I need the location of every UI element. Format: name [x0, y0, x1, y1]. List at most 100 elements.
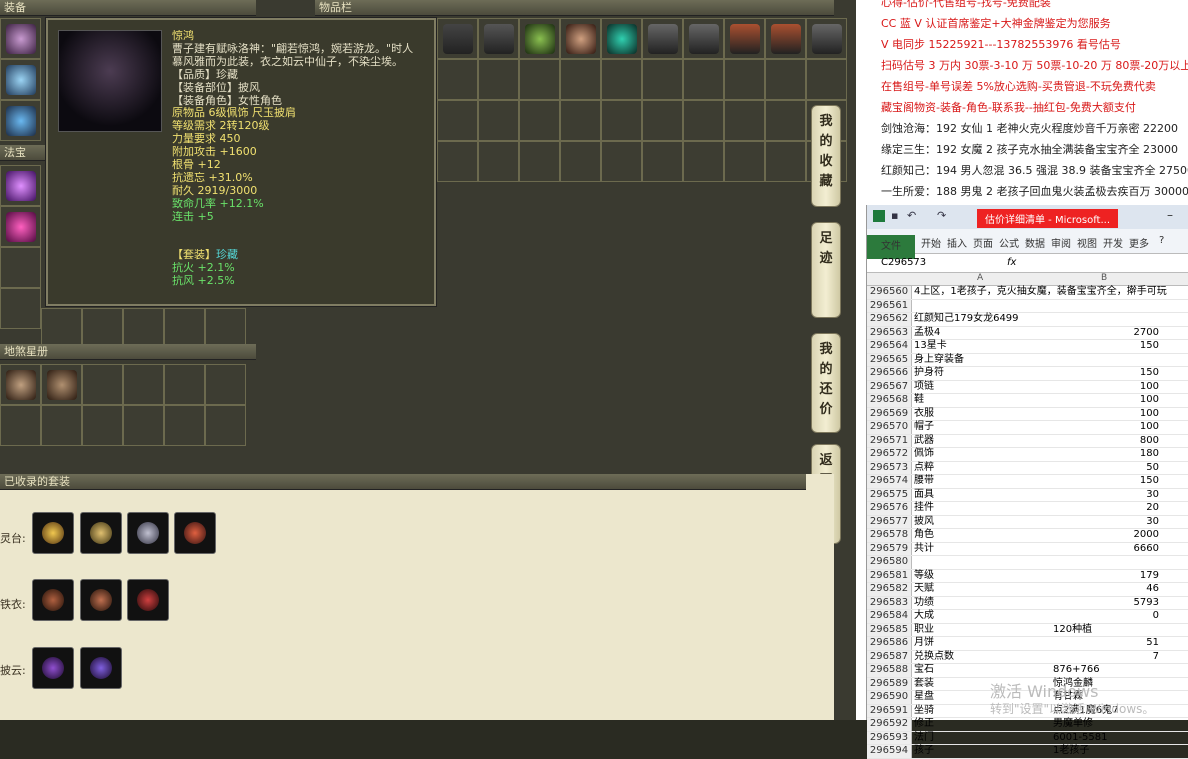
bag-slot[interactable]	[560, 59, 601, 100]
tianshu-slot[interactable]	[205, 364, 246, 405]
tianshu-slot[interactable]	[123, 364, 164, 405]
bag-slot[interactable]	[560, 141, 601, 182]
cell-b[interactable]: 2700	[1051, 327, 1159, 340]
table-row[interactable]: 296573 点粹 50	[867, 461, 1188, 475]
row-number[interactable]: 296594	[867, 745, 912, 758]
row-number[interactable]: 296577	[867, 515, 912, 528]
tab-view[interactable]: 视图	[1077, 235, 1097, 250]
row-number[interactable]: 296589	[867, 677, 912, 690]
bag-slot[interactable]	[478, 100, 519, 141]
row-number[interactable]: 296566	[867, 367, 912, 380]
tianshu-slot[interactable]	[0, 405, 41, 446]
tianshu-slot[interactable]	[41, 405, 82, 446]
row-number[interactable]: 296575	[867, 488, 912, 501]
set-item[interactable]	[32, 647, 74, 689]
cell-b[interactable]: 150	[1051, 340, 1159, 353]
my-bargain-button[interactable]: 我的还价	[811, 333, 841, 433]
row-number[interactable]: 296578	[867, 529, 912, 542]
cell-a[interactable]: 武器	[914, 435, 1050, 448]
cell-b[interactable]: 100	[1051, 408, 1159, 421]
set-item[interactable]	[174, 512, 216, 554]
bag-slot[interactable]	[806, 59, 847, 100]
row-number[interactable]: 296572	[867, 448, 912, 461]
set-item[interactable]	[32, 512, 74, 554]
bag-slot[interactable]	[683, 59, 724, 100]
row-number[interactable]: 296564	[867, 340, 912, 353]
row-number[interactable]: 296588	[867, 664, 912, 677]
table-row[interactable]: 296586 月饼 51	[867, 637, 1188, 651]
row-number[interactable]: 296565	[867, 353, 912, 366]
cell-b[interactable]: 120种植	[1053, 624, 1092, 637]
tianshu-slot[interactable]	[82, 364, 123, 405]
tianshu-slot[interactable]	[0, 364, 41, 405]
bag-slot[interactable]	[683, 100, 724, 141]
row-number[interactable]: 296582	[867, 583, 912, 596]
cell-b[interactable]: 51	[1051, 637, 1159, 650]
cell-b[interactable]: 100	[1051, 394, 1159, 407]
bag-slot[interactable]	[437, 141, 478, 182]
tianshu-slot[interactable]	[164, 364, 205, 405]
row-number[interactable]: 296586	[867, 637, 912, 650]
row-number[interactable]: 296569	[867, 407, 912, 420]
set-item[interactable]	[127, 512, 169, 554]
cell-b[interactable]: 5793	[1051, 597, 1159, 610]
cell-a[interactable]: 红颜知己179女龙6499	[914, 313, 1050, 326]
row-number[interactable]: 296576	[867, 502, 912, 515]
row-number[interactable]: 296580	[867, 556, 912, 569]
fabao-slot[interactable]	[0, 165, 41, 206]
cell-a[interactable]: 共计	[914, 543, 1050, 556]
cell-b[interactable]: 50	[1051, 462, 1159, 475]
cell-b[interactable]: 150	[1051, 367, 1159, 380]
save-icon[interactable]: ▪	[891, 209, 898, 222]
table-row[interactable]: 296567 项链 100	[867, 380, 1188, 394]
cell-a[interactable]: 帽子	[914, 421, 1050, 434]
cell-b[interactable]: 6660	[1051, 543, 1159, 556]
bag-slot[interactable]	[560, 100, 601, 141]
equip-slot-cloak[interactable]	[0, 18, 41, 59]
bag-slot[interactable]	[642, 100, 683, 141]
cell-a[interactable]: 面具	[914, 489, 1050, 502]
cell-a[interactable]: 功绩	[914, 597, 1050, 610]
tianshu-slot[interactable]	[41, 364, 82, 405]
row-number[interactable]: 296568	[867, 394, 912, 407]
footprint-button[interactable]: 足迹	[811, 222, 841, 318]
table-row[interactable]: 296574 腰带 150	[867, 475, 1188, 489]
tianshu-slot[interactable]	[123, 405, 164, 446]
bag-slot[interactable]	[478, 59, 519, 100]
row-number[interactable]: 296591	[867, 704, 912, 717]
equip-slot-weapon[interactable]	[0, 59, 41, 100]
bag-slot[interactable]	[478, 18, 519, 59]
fabao-slot[interactable]	[0, 247, 41, 288]
table-row[interactable]: 296561	[867, 299, 1188, 313]
fabao-slot[interactable]	[205, 308, 246, 349]
row-number[interactable]: 296570	[867, 421, 912, 434]
cell-a[interactable]: 鞋	[914, 394, 1050, 407]
row-number[interactable]: 296567	[867, 380, 912, 393]
tab-formula[interactable]: 公式	[999, 235, 1019, 250]
bag-slot[interactable]	[806, 18, 847, 59]
bag-slot[interactable]	[437, 18, 478, 59]
tab-page[interactable]: 页面	[973, 235, 993, 250]
cell-a[interactable]: 披风	[914, 516, 1050, 529]
cell-a[interactable]: 天赋	[914, 583, 1050, 596]
table-row[interactable]: 296583 功绩 5793	[867, 596, 1188, 610]
bag-slot[interactable]	[601, 59, 642, 100]
cell-b[interactable]: 46	[1051, 583, 1159, 596]
cell-b[interactable]: 800	[1051, 435, 1159, 448]
tab-data[interactable]: 数据	[1025, 235, 1045, 250]
name-box[interactable]: C296573	[881, 257, 926, 268]
row-number[interactable]: 296583	[867, 596, 912, 609]
bag-slot[interactable]	[765, 59, 806, 100]
bag-slot[interactable]	[437, 100, 478, 141]
table-row[interactable]: 296587 兑换点数 7	[867, 650, 1188, 664]
cell-a[interactable]: 衣服	[914, 408, 1050, 421]
cell-a[interactable]: 法门	[914, 732, 1050, 745]
tianshu-slot[interactable]	[82, 405, 123, 446]
cell-a[interactable]: 职业	[914, 624, 1050, 637]
table-row[interactable]: 296569 衣服 100	[867, 407, 1188, 421]
row-number[interactable]: 296573	[867, 461, 912, 474]
col-b[interactable]: B	[1101, 273, 1107, 283]
table-row[interactable]: 296572 佩饰 180	[867, 448, 1188, 462]
table-row[interactable]: 296580	[867, 556, 1188, 570]
table-row[interactable]: 296562 红颜知己179女龙6499	[867, 313, 1188, 327]
